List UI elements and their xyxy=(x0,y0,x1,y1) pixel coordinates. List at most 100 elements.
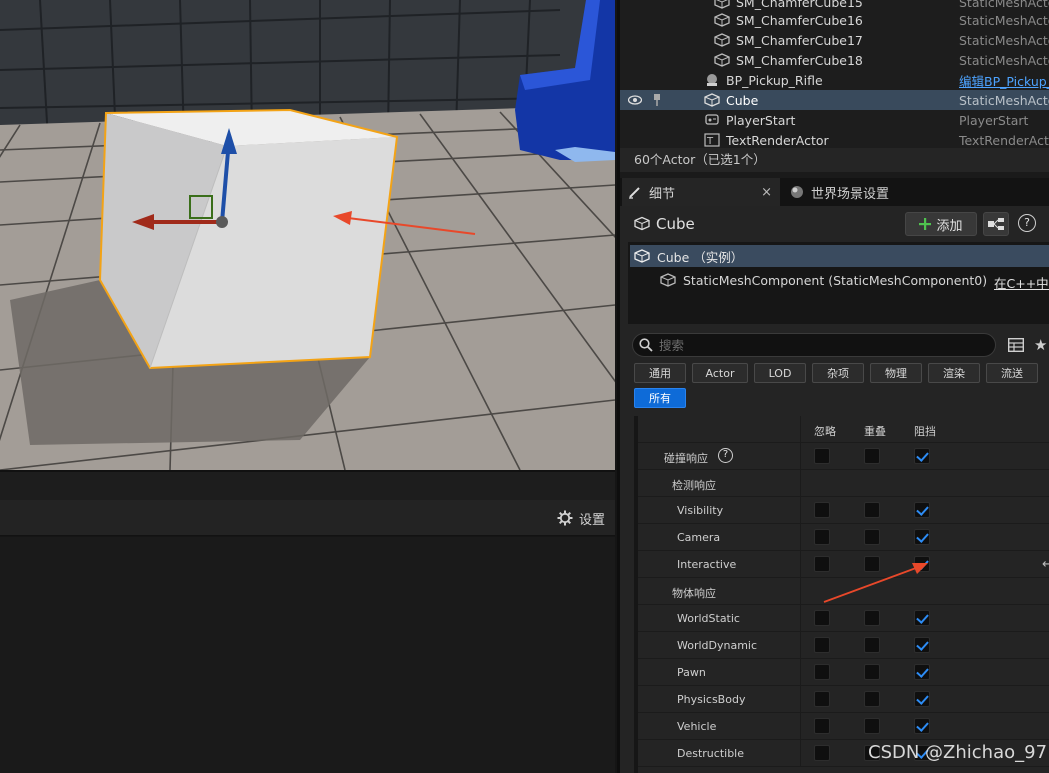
object-row-worldstatic: WorldStatic xyxy=(638,605,1049,632)
tab-world-settings[interactable]: 世界场景设置 xyxy=(786,178,889,206)
outliner-row-type: StaticMeshActor xyxy=(959,92,1049,108)
components-tree: Cube （实例） StaticMeshComponent (StaticMes… xyxy=(628,242,1049,324)
plus-icon xyxy=(919,218,932,230)
pin-icon[interactable] xyxy=(652,94,662,106)
edit-in-cpp-link[interactable]: 在C++中编 xyxy=(994,273,1049,292)
outliner-status: 60个Actor（已选1个） xyxy=(620,148,1049,172)
component-instance-row[interactable]: Cube （实例） xyxy=(630,245,1049,267)
star-icon[interactable]: ★ xyxy=(1034,336,1047,354)
search-input[interactable] xyxy=(659,336,979,354)
actor-header: Cube 添加 ? xyxy=(620,206,1049,242)
outliner-row-type: TextRenderActor xyxy=(959,132,1049,148)
viewport-scene[interactable] xyxy=(0,0,615,470)
content-area xyxy=(0,537,615,773)
add-component-button[interactable]: 添加 xyxy=(905,212,977,236)
tab-world-settings-label: 世界场景设置 xyxy=(811,186,890,202)
outliner-row[interactable]: T TextRenderActor TextRenderActor xyxy=(620,130,1049,148)
search-box[interactable] xyxy=(632,333,996,357)
block-all-checkbox[interactable] xyxy=(914,448,930,464)
outliner-row[interactable]: BP_Pickup_Rifle 编辑BP_Pickup_ xyxy=(620,70,1049,90)
eye-icon[interactable] xyxy=(628,95,642,105)
help-icon[interactable]: ? xyxy=(1018,214,1036,232)
outliner-row[interactable]: SM_ChamferCube16 StaticMeshActor xyxy=(620,10,1049,30)
component-mesh-row[interactable]: StaticMeshComponent (StaticMeshComponent… xyxy=(628,270,1049,292)
outliner-row-type: StaticMeshActor xyxy=(959,0,1049,10)
help-icon[interactable]: ? xyxy=(718,448,733,463)
ignore-checkbox[interactable] xyxy=(814,664,830,680)
overlap-checkbox[interactable] xyxy=(864,637,880,653)
block-checkbox[interactable] xyxy=(914,610,930,626)
level-viewport[interactable] xyxy=(0,0,615,470)
object-responses-label: 物体响应 xyxy=(672,587,716,600)
annotation-arrow xyxy=(823,563,928,603)
overlap-checkbox[interactable] xyxy=(864,610,880,626)
right-panel: SM_ChamferCube15 StaticMeshActor SM_Cham… xyxy=(617,0,1049,773)
tab-details[interactable]: 细节 × xyxy=(622,178,780,206)
block-checkbox[interactable] xyxy=(914,637,930,653)
outliner-row-type: StaticMeshActor xyxy=(959,52,1049,68)
filter-all[interactable]: 所有 xyxy=(634,388,686,408)
object-row-vehicle: Vehicle xyxy=(638,713,1049,740)
filter-misc[interactable]: 杂项 xyxy=(812,363,864,383)
ignore-checkbox[interactable] xyxy=(814,610,830,626)
overlap-checkbox[interactable] xyxy=(864,529,880,545)
pencil-icon xyxy=(629,187,640,199)
panel-tabs: 细节 × 世界场景设置 xyxy=(620,178,1049,206)
outliner-row[interactable]: PlayerStart PlayerStart xyxy=(620,110,1049,130)
details-panel: Cube 添加 ? Cube （实例） StaticMeshComponent … xyxy=(620,206,1049,773)
overlap-checkbox[interactable] xyxy=(864,664,880,680)
ignore-checkbox[interactable] xyxy=(814,691,830,707)
component-mesh-label: StaticMeshComponent (StaticMeshComponent… xyxy=(683,273,988,288)
ignore-checkbox[interactable] xyxy=(814,529,830,545)
trace-responses-label: 检测响应 xyxy=(672,479,716,492)
block-checkbox[interactable] xyxy=(914,502,930,518)
block-checkbox[interactable] xyxy=(914,664,930,680)
outliner-row-name: Cube xyxy=(726,92,759,108)
overlap-checkbox[interactable] xyxy=(864,691,880,707)
search-row: ★ xyxy=(620,330,1049,360)
filter-general[interactable]: 通用 xyxy=(634,363,686,383)
actor-name[interactable]: Cube xyxy=(656,215,695,233)
blueprint-button[interactable] xyxy=(983,212,1009,236)
filter-streaming[interactable]: 流送 xyxy=(986,363,1038,383)
edit-blueprint-link[interactable]: 编辑BP_Pickup_ xyxy=(959,71,1049,90)
trace-label: Interactive xyxy=(677,558,737,571)
outliner-row-name: TextRenderActor xyxy=(726,132,829,148)
block-checkbox[interactable] xyxy=(914,691,930,707)
object-label: WorldStatic xyxy=(677,612,740,625)
filter-physics[interactable]: 物理 xyxy=(870,363,922,383)
static-mesh-icon xyxy=(714,0,730,9)
close-icon[interactable]: × xyxy=(761,185,772,200)
overlap-all-checkbox[interactable] xyxy=(864,448,880,464)
add-label: 添加 xyxy=(936,218,963,234)
reset-to-default-icon[interactable]: ↩ xyxy=(1042,557,1049,572)
static-mesh-icon xyxy=(660,273,676,287)
ignore-checkbox[interactable] xyxy=(814,637,830,653)
globe-icon xyxy=(791,186,803,198)
static-mesh-icon xyxy=(704,93,720,107)
player-start-icon xyxy=(705,114,719,125)
settings-button[interactable]: 设置 xyxy=(557,508,605,528)
watermark: CSDN @Zhichao_97 xyxy=(868,742,1048,763)
viewport-status-strip xyxy=(0,470,615,500)
overlap-checkbox[interactable] xyxy=(864,718,880,734)
filter-lod[interactable]: LOD xyxy=(754,363,806,383)
ignore-checkbox[interactable] xyxy=(814,502,830,518)
table-view-icon[interactable] xyxy=(1008,338,1024,352)
collision-responses-table: 忽略 重叠 阻挡 碰撞响应 ? 检测响应 Visibility Camera I… xyxy=(634,416,1049,773)
outliner-row-selected[interactable]: Cube StaticMeshActor xyxy=(620,90,1049,110)
block-checkbox[interactable] xyxy=(914,718,930,734)
block-checkbox[interactable] xyxy=(914,529,930,545)
filter-buttons: 通用 Actor LOD 杂项 物理 渲染 流送 所有 xyxy=(620,362,1049,414)
overlap-checkbox[interactable] xyxy=(864,502,880,518)
ignore-checkbox[interactable] xyxy=(814,718,830,734)
outliner-row[interactable]: SM_ChamferCube18 StaticMeshActor xyxy=(620,50,1049,70)
filter-actor[interactable]: Actor xyxy=(692,363,748,383)
object-label: PhysicsBody xyxy=(677,693,746,706)
ignore-all-checkbox[interactable] xyxy=(814,448,830,464)
ignore-checkbox[interactable] xyxy=(814,745,830,761)
outliner-row[interactable]: SM_ChamferCube17 StaticMeshActor xyxy=(620,30,1049,50)
filter-rendering[interactable]: 渲染 xyxy=(928,363,980,383)
settings-bar: 设置 xyxy=(0,500,615,536)
component-instance-label: Cube （实例） xyxy=(657,249,744,265)
